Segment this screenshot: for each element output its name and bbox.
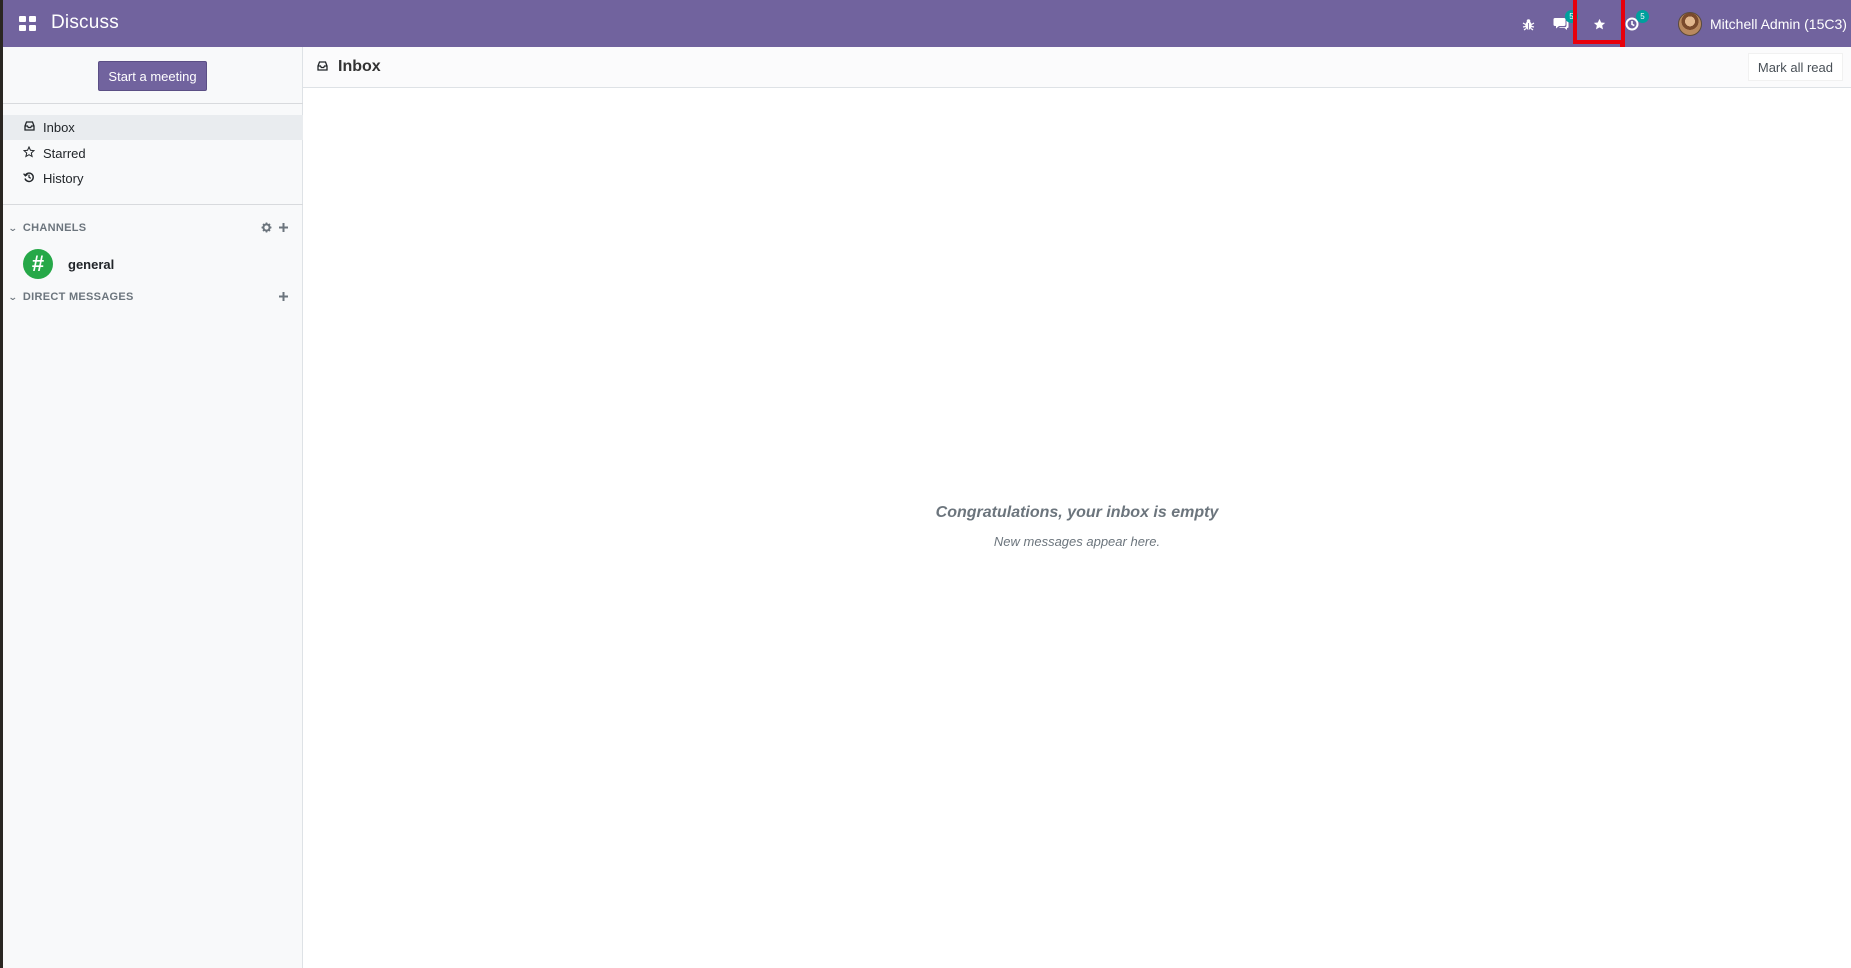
channel-name: general [68, 256, 115, 272]
channel-item-general[interactable]: # general [3, 246, 303, 282]
category-actions [278, 290, 289, 305]
sidebar-item-label: Inbox [43, 120, 75, 135]
app-window: Discuss 5 5 Mitchell Admin (15C3) Start … [3, 0, 1851, 968]
gear-icon[interactable] [261, 221, 272, 236]
empty-state-subtitle: New messages appear here. [993, 534, 1161, 549]
grid-icon[interactable] [19, 16, 36, 31]
add-chat-icon[interactable] [278, 290, 289, 305]
channels-category[interactable]: ⌄ CHANNELS [3, 218, 303, 238]
bug-icon[interactable] [1517, 13, 1539, 35]
activities-badge: 5 [1636, 10, 1649, 23]
avatar [1678, 12, 1702, 36]
sidebar-item-inbox[interactable]: Inbox [3, 115, 303, 140]
comments-icon[interactable]: 5 [1550, 10, 1578, 35]
sidebar-item-label: History [43, 171, 84, 186]
empty-state-title: Congratulations, your inbox is empty [935, 504, 1219, 521]
discuss-sidebar: Start a meeting Inbox Starred History ⌄ … [3, 47, 303, 968]
direct-messages-category[interactable]: ⌄ DIRECT MESSAGES [3, 287, 303, 307]
sidebar-item-starred[interactable]: Starred [3, 141, 303, 166]
sidebar-item-label: Starred [43, 146, 86, 161]
inbox-icon [21, 121, 37, 134]
category-label: CHANNELS [22, 222, 87, 234]
history-icon [21, 171, 37, 186]
category-label: DIRECT MESSAGES [22, 291, 134, 303]
divider [3, 204, 303, 205]
chevron-down-icon: ⌄ [7, 291, 19, 302]
sidebar-item-history[interactable]: History [3, 166, 303, 191]
start-meeting-button[interactable]: Start a meeting [98, 61, 207, 91]
chevron-down-icon: ⌄ [7, 222, 19, 233]
add-channel-icon[interactable] [278, 221, 289, 236]
user-name: Mitchell Admin (15C3) [1710, 16, 1847, 32]
user-menu[interactable]: Mitchell Admin (15C3) [1678, 11, 1847, 37]
thread-view: Inbox Mark all read Congratulations, you… [303, 47, 1851, 968]
empty-state: Congratulations, your inbox is empty New… [303, 47, 1851, 968]
app-title: Discuss [51, 12, 119, 33]
divider [3, 103, 303, 104]
highlight-box [1573, 0, 1625, 44]
star-outline-icon [21, 145, 37, 161]
channel-avatar: # [23, 249, 53, 279]
category-actions [261, 221, 289, 236]
